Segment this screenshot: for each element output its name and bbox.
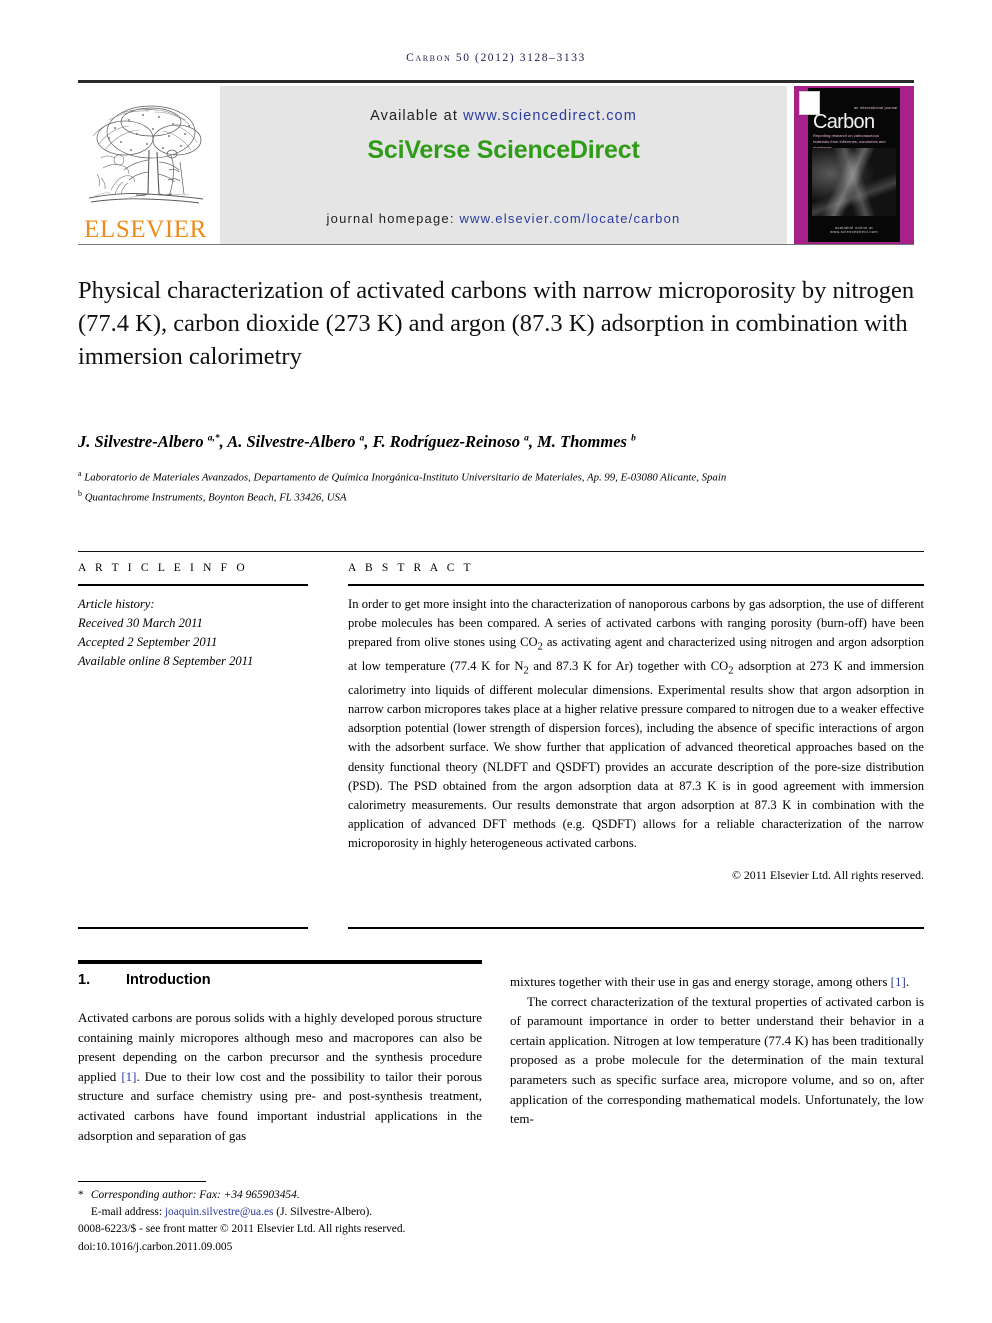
email-note: E-mail address: joaquin.silvestre@ua.es … (78, 1204, 498, 1221)
info-block-bottom-rule-left (78, 927, 308, 929)
article-history-label: Article history: (78, 597, 155, 611)
body-column-right: mixtures together with their use in gas … (510, 972, 924, 1129)
copyright-line: © 2011 Elsevier Ltd. All rights reserved… (732, 867, 924, 882)
section-heading-rule (78, 960, 482, 964)
section-title: Introduction (126, 972, 211, 988)
available-at-line: Available at www.sciencedirect.com (220, 108, 787, 124)
abstract-heading: A B S T R A C T (348, 562, 474, 574)
page-title: Physical characterization of activated c… (78, 277, 915, 371)
cover-footer-text: available online at www.sciencedirect.co… (830, 226, 878, 234)
citation-link-1[interactable]: [1] (121, 1069, 136, 1084)
sciencedirect-url[interactable]: www.sciencedirect.com (463, 108, 637, 124)
journal-cover-thumbnail: an international journal Carbon Reportin… (794, 86, 914, 244)
journal-masthead: ELSEVIER Available at www.sciencedirect.… (78, 80, 914, 244)
elsevier-logo: ELSEVIER (78, 86, 213, 244)
cover-tagline: an international journal (854, 106, 898, 110)
citation-link-2[interactable]: [1] (891, 974, 906, 989)
info-block-bottom-rule-right (348, 927, 924, 929)
affiliation-a: a Laboratorio de Materiales Avanzados, D… (78, 469, 727, 484)
masthead-bottom-rule (78, 244, 914, 245)
footnote-block: * Corresponding author: Fax: +34 9659034… (78, 1187, 498, 1256)
paragraph-intro-left-part2: . Due to their low cost and the possibil… (78, 1068, 483, 1143)
cover-inner-panel: an international journal Carbon Reportin… (799, 88, 900, 242)
article-info-column: A R T I C L E I N F O Article history: R… (78, 562, 308, 671)
paragraph-intro-right-2: The correct characterization of the text… (510, 993, 924, 1127)
running-head: Carbon 50 (2012) 3128–3133 (406, 52, 586, 64)
elsevier-wordmark: ELSEVIER (84, 216, 207, 243)
received-date: Received 30 March 2011 (78, 616, 203, 630)
elsevier-tree-icon (88, 105, 203, 204)
section-number: 1. (78, 972, 91, 988)
doi-line: doi:10.1016/j.carbon.2011.09.005 (78, 1240, 233, 1253)
body-column-left: Activated carbons are porous solids with… (78, 1008, 482, 1145)
journal-homepage-label: journal homepage: (326, 211, 460, 226)
abstract-text: In order to get more insight into the ch… (348, 597, 925, 851)
abstract-column: A B S T R A C T In order to get more ins… (348, 562, 924, 883)
footnote-rule (78, 1181, 206, 1182)
affiliations: a Laboratorio de Materiales Avanzados, D… (78, 466, 924, 506)
sciencedirect-band: Available at www.sciencedirect.com SciVe… (220, 86, 787, 244)
paragraph-intro-right-part2: . (905, 974, 910, 989)
article-history: Article history: Received 30 March 2011 … (78, 595, 308, 671)
email-link[interactable]: joaquin.silvestre@ua.es (165, 1206, 274, 1218)
available-online-date: Available online 8 September 2011 (78, 654, 254, 668)
corresponding-author-text: Corresponding author: Fax: +34 965903454… (90, 1189, 300, 1201)
affiliation-b-text: Quantachrome Instruments, Boynton Beach,… (84, 491, 347, 504)
paragraph-intro-right-part1: mixtures together with their use in gas … (510, 974, 891, 989)
journal-article-page: Carbon 50 (2012) 3128–3133 ELSEVIER Avai… (0, 0, 992, 1323)
available-at-label: Available at (370, 108, 464, 124)
section-heading-introduction: 1. Introduction (78, 972, 482, 988)
cover-journal-title: Carbon (813, 111, 875, 133)
cover-artwork (812, 148, 896, 216)
affiliation-b: b Quantachrome Instruments, Boynton Beac… (78, 489, 347, 504)
issn-line: 0008-6223/$ - see front matter © 2011 El… (78, 1223, 406, 1236)
paragraph-intro-right-cont: mixtures together with their use in gas … (510, 972, 924, 992)
accepted-date: Accepted 2 September 2011 (78, 635, 218, 649)
article-info-rule (78, 584, 308, 586)
article-info-heading: A R T I C L E I N F O (78, 562, 248, 574)
corresponding-author-note: * Corresponding author: Fax: +34 9659034… (78, 1189, 300, 1201)
info-block-top-rule (78, 551, 924, 552)
journal-homepage-line: journal homepage: www.elsevier.com/locat… (220, 211, 787, 226)
affiliation-a-text: Laboratorio de Materiales Avanzados, Dep… (84, 471, 727, 484)
paragraph-intro-left: Activated carbons are porous solids with… (78, 1008, 482, 1145)
email-suffix: (J. Silvestre-Albero). (273, 1206, 373, 1219)
abstract-rule (348, 584, 924, 586)
email-label: E-mail address: (90, 1206, 165, 1219)
sciverse-sciencedirect-logo: SciVerse ScienceDirect (367, 136, 640, 164)
journal-homepage-url[interactable]: www.elsevier.com/locate/carbon (459, 211, 680, 226)
author-list: J. Silvestre-Albero a,*, A. Silvestre-Al… (78, 432, 636, 451)
